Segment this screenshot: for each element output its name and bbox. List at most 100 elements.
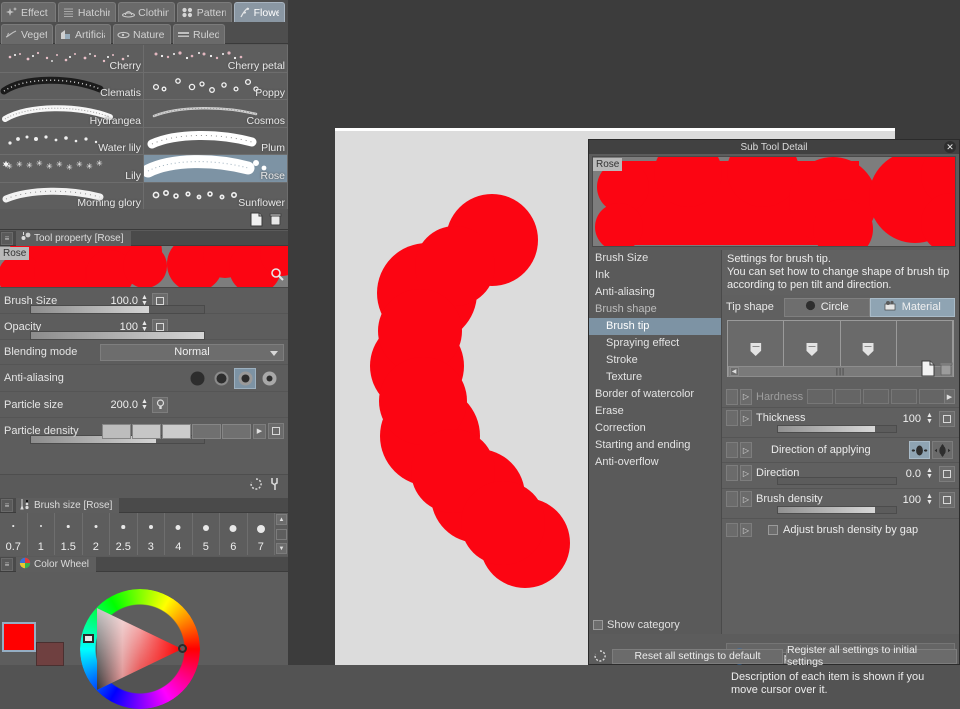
trash-icon[interactable] bbox=[268, 212, 283, 227]
adjust-density-toggle[interactable] bbox=[726, 523, 738, 537]
category-texture[interactable]: Texture bbox=[589, 369, 721, 386]
particle-size-settings-button[interactable] bbox=[152, 397, 168, 413]
brush-cell-clematis[interactable]: Clematis bbox=[0, 73, 144, 101]
category-stroke[interactable]: Stroke bbox=[589, 352, 721, 369]
tab-artificial[interactable]: Artificial bbox=[55, 24, 111, 44]
category-starting-and-ending[interactable]: Starting and ending bbox=[589, 437, 721, 454]
foreground-color-swatch[interactable] bbox=[2, 622, 36, 652]
show-category-checkbox[interactable] bbox=[593, 620, 603, 630]
brush-size-preset[interactable]: 7 bbox=[248, 513, 276, 555]
category-spraying-effect[interactable]: Spraying effect bbox=[589, 335, 721, 352]
density-cell[interactable] bbox=[132, 424, 161, 439]
tab-vegetation[interactable]: Vegetation bbox=[1, 24, 53, 44]
brush-size-palette-tab[interactable]: Brush size [Rose] bbox=[16, 498, 119, 513]
brush-density-toggle[interactable] bbox=[726, 491, 738, 507]
particle-size-value[interactable]: 200.0 bbox=[100, 399, 140, 411]
hardness-cell[interactable] bbox=[835, 389, 861, 404]
tab-pattern[interactable]: Pattern bbox=[177, 2, 232, 22]
hardness-cells[interactable] bbox=[807, 389, 945, 404]
show-category-row[interactable]: Show category bbox=[589, 616, 721, 634]
tab-nature[interactable]: Nature bbox=[113, 24, 171, 44]
direction-of-applying-toggle[interactable] bbox=[726, 442, 738, 458]
thickness-settings-button[interactable] bbox=[939, 411, 955, 427]
trash-icon[interactable] bbox=[938, 360, 954, 380]
density-more-button[interactable]: ▶ bbox=[253, 424, 266, 439]
new-material-icon[interactable] bbox=[249, 212, 264, 227]
tip-shape-material-button[interactable]: Material bbox=[870, 298, 956, 317]
hardness-cell[interactable] bbox=[891, 389, 917, 404]
register-all-settings-button[interactable]: Register all settings to initial setting… bbox=[786, 649, 957, 664]
adjust-brush-density-checkbox[interactable] bbox=[768, 525, 778, 535]
palette-menu-icon[interactable]: ≡ bbox=[1, 558, 13, 571]
direction-expand-icon[interactable]: ▷ bbox=[740, 465, 752, 481]
particle-size-spinner[interactable]: ▲▼ bbox=[140, 398, 149, 412]
particle-density-cells[interactable] bbox=[102, 424, 251, 439]
sub-tool-detail-titlebar[interactable]: Sub Tool Detail ✕ bbox=[589, 140, 959, 154]
tab-hatching[interactable]: Hatching bbox=[58, 2, 116, 22]
background-color-swatch[interactable] bbox=[36, 642, 64, 666]
hardness-expand-icon[interactable]: ▷ bbox=[740, 389, 752, 405]
color-wheel-tab[interactable]: Color Wheel bbox=[16, 557, 96, 572]
tip-shape-circle-button[interactable]: Circle bbox=[784, 298, 870, 317]
brush-cell-hydrangea[interactable]: Hydrangea bbox=[0, 100, 144, 128]
brush-cell-water-lily[interactable]: Water lily bbox=[0, 128, 144, 156]
palette-menu-icon[interactable]: ≡ bbox=[1, 232, 13, 245]
brush-density-value[interactable]: 100 bbox=[883, 494, 923, 506]
brush-cell-poppy[interactable]: Poppy bbox=[144, 73, 288, 101]
category-brush-tip[interactable]: Brush tip bbox=[589, 318, 721, 335]
refresh-icon[interactable] bbox=[249, 477, 263, 494]
tab-flower[interactable]: Flower bbox=[234, 2, 285, 22]
thickness-expand-icon[interactable]: ▷ bbox=[740, 410, 752, 426]
direction-spinner[interactable]: ▲▼ bbox=[925, 467, 934, 481]
tab-effect[interactable]: Effect bbox=[1, 2, 56, 22]
brush-cell-cosmos[interactable]: Cosmos bbox=[144, 100, 288, 128]
close-icon[interactable]: ✕ bbox=[944, 141, 956, 153]
brush-size-preset[interactable]: 1 bbox=[28, 513, 56, 555]
palette-menu-icon[interactable]: ≡ bbox=[1, 499, 13, 512]
wrench-icon[interactable] bbox=[268, 477, 282, 494]
category-erase[interactable]: Erase bbox=[589, 403, 721, 420]
thickness-spinner[interactable]: ▲▼ bbox=[925, 412, 934, 426]
brush-size-slider[interactable] bbox=[30, 305, 205, 314]
brush-cell-plum[interactable]: Plum bbox=[144, 128, 288, 156]
category-brush-shape[interactable]: Brush shape bbox=[589, 301, 721, 318]
hardness-toggle[interactable] bbox=[726, 389, 738, 405]
direction-all-button[interactable] bbox=[932, 441, 953, 459]
anti-aliasing-middle-button[interactable] bbox=[234, 368, 256, 389]
material-strip[interactable]: ◀ ||| ▶ bbox=[727, 320, 954, 377]
particle-density-settings-button[interactable] bbox=[268, 423, 284, 439]
density-cell[interactable] bbox=[192, 424, 221, 439]
density-cell[interactable] bbox=[102, 424, 131, 439]
direction-of-applying-expand-icon[interactable]: ▷ bbox=[740, 442, 752, 458]
new-material-icon[interactable] bbox=[920, 360, 936, 380]
wrench-icon[interactable] bbox=[270, 267, 285, 285]
sub-tool-detail-dialog[interactable]: Sub Tool Detail ✕ Rose Brush Size Ink bbox=[588, 139, 960, 665]
scroll-up-icon[interactable]: ▲ bbox=[276, 514, 287, 525]
direction-toggle[interactable] bbox=[726, 465, 738, 481]
brush-density-spinner[interactable]: ▲▼ bbox=[925, 493, 934, 507]
brush-size-preset[interactable]: 2 bbox=[83, 513, 111, 555]
direction-slider[interactable] bbox=[777, 477, 897, 485]
hue-marker[interactable] bbox=[83, 634, 94, 643]
brush-cell-cherry[interactable]: Cherry bbox=[0, 45, 144, 73]
direction-settings-button[interactable] bbox=[939, 466, 955, 482]
thickness-toggle[interactable] bbox=[726, 410, 738, 426]
tab-ruled-line[interactable]: Ruled line bbox=[173, 24, 225, 44]
brush-size-preset[interactable]: 6 bbox=[220, 513, 248, 555]
refresh-icon[interactable] bbox=[591, 649, 609, 663]
brush-size-preset[interactable]: 2.5 bbox=[110, 513, 138, 555]
anti-aliasing-none-button[interactable] bbox=[186, 368, 208, 389]
anti-aliasing-weak-button[interactable] bbox=[210, 368, 232, 389]
hardness-cell[interactable] bbox=[919, 389, 945, 404]
hardness-cell[interactable] bbox=[863, 389, 889, 404]
brush-density-settings-button[interactable] bbox=[939, 492, 955, 508]
category-correction[interactable]: Correction bbox=[589, 420, 721, 437]
density-cell[interactable] bbox=[162, 424, 191, 439]
direction-horizontal-button[interactable] bbox=[909, 441, 930, 459]
brush-size-preset[interactable]: 0.7 bbox=[0, 513, 28, 555]
anti-aliasing-strong-button[interactable] bbox=[258, 368, 280, 389]
brush-size-preset[interactable]: 3 bbox=[138, 513, 166, 555]
thickness-slider[interactable] bbox=[777, 425, 897, 433]
brush-size-preset[interactable]: 1.5 bbox=[55, 513, 83, 555]
hardness-more-button[interactable]: ▶ bbox=[944, 389, 955, 404]
